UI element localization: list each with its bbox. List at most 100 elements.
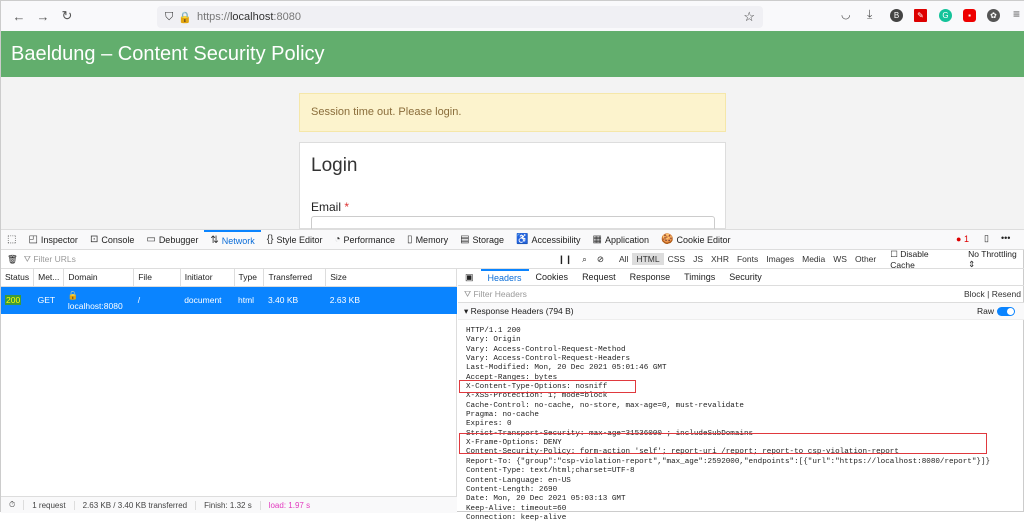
- email-label-text: Email: [311, 200, 342, 214]
- responsive-icon[interactable]: ▯: [984, 233, 989, 244]
- raw-toggle[interactable]: [997, 306, 1015, 316]
- column-header-met[interactable]: Met...: [33, 269, 65, 287]
- trash-icon[interactable]: 🗑: [1, 254, 24, 265]
- column-header-initiator[interactable]: Initiator: [180, 269, 235, 287]
- application-icon: ▦: [592, 234, 602, 245]
- cell-file: /: [133, 286, 181, 314]
- tab-label: Style Editor: [276, 234, 323, 245]
- detail-tab-timings[interactable]: Timings: [677, 272, 722, 282]
- detail-tab-response[interactable]: Response: [623, 272, 678, 282]
- tab-label: Memory: [415, 234, 449, 245]
- filter-type-images[interactable]: Images: [762, 253, 798, 265]
- header-line: Expires: 0: [466, 420, 512, 429]
- app-header: Baeldung – Content Security Policy: [1, 31, 1024, 77]
- cookie-extension-icon[interactable]: ✿: [987, 9, 1000, 22]
- tab-console[interactable]: ⊡ Console: [84, 230, 140, 250]
- throttling-select[interactable]: No Throttling ⇕: [968, 249, 1024, 270]
- tab-label: Performance: [343, 234, 396, 245]
- column-header-status[interactable]: Status: [1, 269, 35, 287]
- filter-type-js[interactable]: JS: [689, 253, 707, 265]
- style-editor-icon: {}: [266, 234, 274, 245]
- tab-label: Console: [101, 234, 135, 245]
- column-header-file[interactable]: File: [133, 269, 181, 287]
- block-button[interactable]: Block: [964, 289, 985, 299]
- block-icon[interactable]: ⊘: [592, 254, 609, 265]
- star-icon[interactable]: ☆: [743, 9, 755, 25]
- detail-tab-request[interactable]: Request: [575, 272, 623, 282]
- filter-type-media[interactable]: Media: [798, 253, 829, 265]
- lock-icon: 🔒: [67, 289, 79, 300]
- cookie-editor-icon: 🍪: [661, 234, 674, 245]
- cell-status: 200: [1, 286, 34, 314]
- cell-size-text: 2.63 KB: [329, 295, 360, 305]
- header-line: Content-Type: text/html;charset=UTF-8: [466, 467, 635, 476]
- more-icon[interactable]: •••: [1001, 233, 1010, 243]
- lock-icon[interactable]: 🔒: [178, 11, 192, 24]
- cell-initiator: document: [180, 286, 235, 314]
- cell-domain-text: localhost:8080: [67, 300, 123, 311]
- element-picker-icon[interactable]: ⬚: [1, 230, 22, 250]
- disable-cache-checkbox[interactable]: ☐ Disable Cache: [890, 249, 954, 270]
- extension-icon[interactable]: B: [890, 9, 903, 22]
- detail-tab-cookies[interactable]: Cookies: [529, 272, 576, 282]
- filter-type-fonts[interactable]: Fonts: [733, 253, 762, 265]
- highlight-csp-box: [459, 433, 987, 454]
- tab-debugger[interactable]: ▭ Debugger: [140, 230, 204, 250]
- cell-transferred-text: 3.40 KB: [267, 295, 299, 305]
- detail-tab-headers[interactable]: Headers: [480, 268, 529, 286]
- filter-type-xhr[interactable]: XHR: [707, 253, 733, 265]
- response-headers-section[interactable]: ▾ Response Headers (794 B) Raw: [458, 303, 1024, 320]
- finish-time: Finish: 1.32 s: [196, 500, 261, 510]
- tab-accessibility[interactable]: ♿ Accessibility: [510, 230, 586, 250]
- column-header-type[interactable]: Type: [234, 269, 265, 287]
- header-line: Report-To: {"group":"csp-violation-repor…: [466, 457, 991, 466]
- header-line: Vary: Access-Control-Request-Method: [466, 345, 626, 354]
- cell-size: 2.63 KB: [325, 286, 457, 314]
- column-header-domain[interactable]: Domain: [63, 269, 135, 287]
- filter-type-all[interactable]: All: [615, 253, 632, 265]
- filter-headers-input[interactable]: ⛛ Filter Headers Block | Resend: [458, 286, 1024, 303]
- detail-tab-security[interactable]: Security: [722, 272, 769, 282]
- filter-type-ws[interactable]: WS: [829, 253, 851, 265]
- network-icon: ⇅: [210, 235, 219, 246]
- tab-style-editor[interactable]: {} Style Editor: [261, 230, 329, 250]
- error-count[interactable]: ● 1: [956, 234, 969, 244]
- request-list: Status Met... Domain File Initiator Type Trans…: [1, 269, 457, 496]
- download-icon[interactable]: ⤓: [867, 7, 872, 22]
- network-filter-bar: 🗑 ⛛ Filter URLs ❙❙ ⌕ ⊘ All HTML CSS JS XHR Fo…: [1, 249, 1024, 270]
- toggle-sidebar-icon[interactable]: ▣: [458, 272, 481, 283]
- shield-extension-icon[interactable]: ▪: [963, 9, 976, 22]
- pocket-icon[interactable]: ◡: [841, 8, 851, 21]
- column-header-transferred[interactable]: Transferred: [263, 269, 327, 287]
- filter-type-other[interactable]: Other: [851, 253, 880, 265]
- cell-transferred: 3.40 KB: [263, 286, 326, 314]
- url-bar[interactable]: ⛉ 🔒 https://localhost:8080 ☆: [157, 6, 763, 28]
- filter-type-css[interactable]: CSS: [664, 253, 689, 265]
- grammarly-icon[interactable]: G: [939, 9, 952, 22]
- filter-type-html[interactable]: HTML: [632, 253, 664, 265]
- tab-storage[interactable]: ▤ Storage: [454, 230, 510, 250]
- tab-performance[interactable]: ◔ Performance: [328, 230, 401, 250]
- shield-icon[interactable]: ⛉: [165, 11, 173, 24]
- tab-memory[interactable]: ▯ Memory: [401, 230, 454, 250]
- filter-urls-input[interactable]: ⛛ Filter URLs: [24, 254, 553, 265]
- back-icon[interactable]: ←: [7, 9, 31, 24]
- tab-application[interactable]: ▦ Application: [587, 230, 655, 250]
- cell-initiator-text: document: [184, 295, 222, 305]
- column-header-size[interactable]: Size: [325, 269, 457, 287]
- tab-label: Accessibility: [531, 234, 581, 245]
- search-icon[interactable]: ⌕: [577, 254, 592, 265]
- tab-inspector[interactable]: ◰ Inspector: [22, 230, 83, 250]
- menu-icon[interactable]: ≡: [1013, 7, 1020, 21]
- login-card: Login Email *: [299, 142, 726, 236]
- table-row[interactable]: 200 GET 🔒 localhost:8080/document html 3.40 …: [1, 286, 457, 314]
- pen-extension-icon[interactable]: ✎: [914, 9, 927, 22]
- pause-icon[interactable]: ❙❙: [553, 254, 577, 265]
- filter-headers-placeholder: Filter Headers: [473, 289, 527, 299]
- tab-network[interactable]: ⇅ Network: [204, 229, 261, 250]
- devtools-toolbar: ⬚ ◰ Inspector ⊡ Console ▭ Debugger ⇅ Network{} S…: [1, 229, 1024, 250]
- forward-icon[interactable]: →: [31, 9, 55, 24]
- resend-button[interactable]: Resend: [992, 289, 1021, 299]
- reload-icon[interactable]: ↻: [55, 8, 79, 24]
- tab-cookie-editor[interactable]: 🍪 Cookie Editor: [655, 230, 736, 250]
